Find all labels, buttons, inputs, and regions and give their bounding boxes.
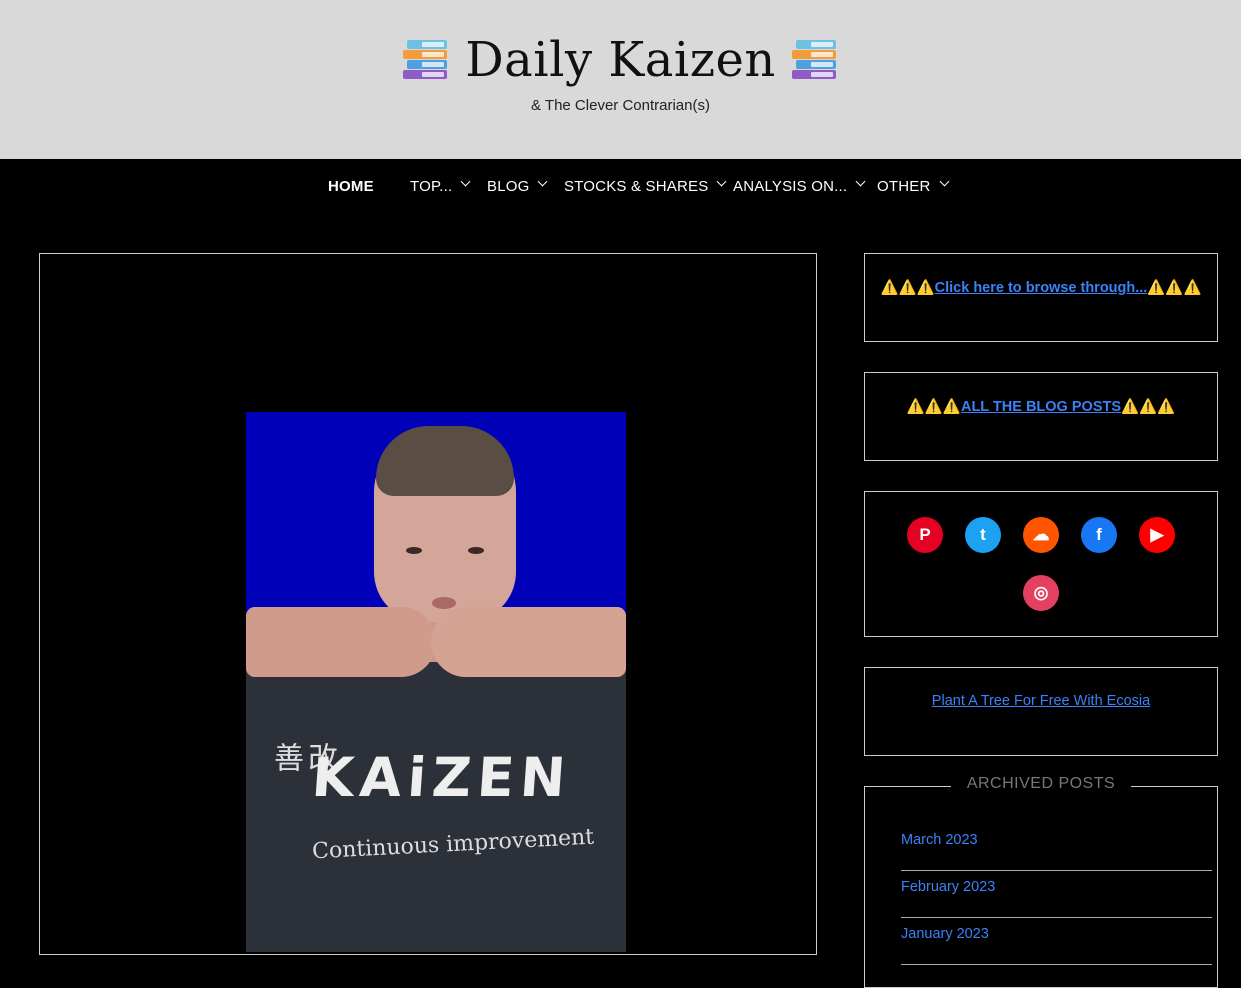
social-links-widget: P t ☁ f ▶ ◎: [864, 491, 1218, 637]
site-header: Daily Kaizen & The Clever Contrarian(s): [0, 0, 1241, 159]
nav-item-stocks-shares[interactable]: STOCKS & SHARES: [564, 176, 727, 195]
main-navigation: HOME TOP... BLOG STOCKS & SHARES ANALYSI…: [0, 159, 1241, 215]
twitter-icon[interactable]: t: [965, 517, 1001, 553]
nav-item-analysis-on[interactable]: ANALYSIS ON...: [733, 176, 866, 195]
image-detail: [376, 426, 514, 496]
warning-icon: ⚠️⚠️⚠️: [880, 280, 935, 296]
all-blog-posts-link[interactable]: ALL THE BLOG POSTS: [961, 399, 1121, 415]
browse-link[interactable]: Click here to browse through...: [935, 280, 1148, 296]
nav-item-other[interactable]: OTHER: [877, 176, 949, 195]
browse-row: ⚠️⚠️⚠️Click here to browse through...⚠️⚠…: [865, 279, 1217, 296]
nav-item-label: HOME: [328, 178, 374, 195]
image-detail: [468, 547, 484, 554]
chevron-down-icon: [538, 176, 548, 187]
soundcloud-icon[interactable]: ☁: [1023, 517, 1059, 553]
site-title[interactable]: Daily Kaizen: [0, 30, 1241, 90]
chevron-down-icon: [716, 176, 727, 187]
youtube-icon[interactable]: ▶: [1139, 517, 1175, 553]
ecosia-link[interactable]: Plant A Tree For Free With Ecosia: [865, 693, 1217, 709]
archive-list: March 2023 February 2023 January 2023: [901, 825, 1212, 966]
featured-post: 改善 KAiZEN Continuous improvement: [39, 253, 817, 955]
blog-posts-widget: ⚠️⚠️⚠️ALL THE BLOG POSTS⚠️⚠️⚠️: [864, 372, 1218, 461]
books-icon: [791, 36, 838, 84]
featured-image[interactable]: 改善 KAiZEN Continuous improvement: [246, 412, 626, 952]
archives-title: ARCHIVED POSTS: [951, 775, 1131, 793]
archive-item-january-2023[interactable]: January 2023: [901, 919, 1212, 965]
browse-widget: ⚠️⚠️⚠️Click here to browse through...⚠️⚠…: [864, 253, 1218, 342]
warning-icon: ⚠️⚠️⚠️: [1147, 280, 1202, 296]
nav-item-top[interactable]: TOP...: [410, 176, 471, 195]
chevron-down-icon: [939, 176, 949, 187]
nav-item-label: BLOG: [487, 178, 530, 195]
archives-widget: March 2023 February 2023 January 2023: [864, 786, 1218, 988]
image-detail: [406, 547, 422, 554]
warning-icon: ⚠️⚠️⚠️: [1121, 399, 1176, 415]
chevron-down-icon: [460, 176, 471, 187]
shirt-logo: KAiZEN: [309, 746, 574, 809]
site-tagline: & The Clever Contrarian(s): [531, 97, 710, 114]
warning-icon: ⚠️⚠️⚠️: [906, 399, 961, 415]
nav-item-label: OTHER: [877, 178, 931, 195]
image-detail: [246, 607, 436, 677]
site-title-text[interactable]: Daily Kaizen: [465, 32, 776, 88]
nav-item-label: ANALYSIS ON...: [733, 178, 848, 195]
image-detail: [431, 607, 626, 677]
image-detail: [432, 597, 456, 609]
nav-item-label: TOP...: [410, 178, 453, 195]
instagram-icon[interactable]: ◎: [1023, 575, 1059, 611]
books-icon: [403, 36, 449, 84]
ecosia-widget: Plant A Tree For Free With Ecosia: [864, 667, 1218, 756]
chevron-down-icon: [855, 176, 866, 187]
nav-item-home[interactable]: HOME: [328, 178, 374, 195]
archive-item-march-2023[interactable]: March 2023: [901, 825, 1212, 871]
facebook-icon[interactable]: f: [1081, 517, 1117, 553]
blog-posts-row: ⚠️⚠️⚠️ALL THE BLOG POSTS⚠️⚠️⚠️: [865, 398, 1217, 415]
nav-item-blog[interactable]: BLOG: [487, 176, 548, 195]
pinterest-icon[interactable]: P: [907, 517, 943, 553]
nav-item-label: STOCKS & SHARES: [564, 178, 709, 195]
archive-item-february-2023[interactable]: February 2023: [901, 872, 1212, 918]
